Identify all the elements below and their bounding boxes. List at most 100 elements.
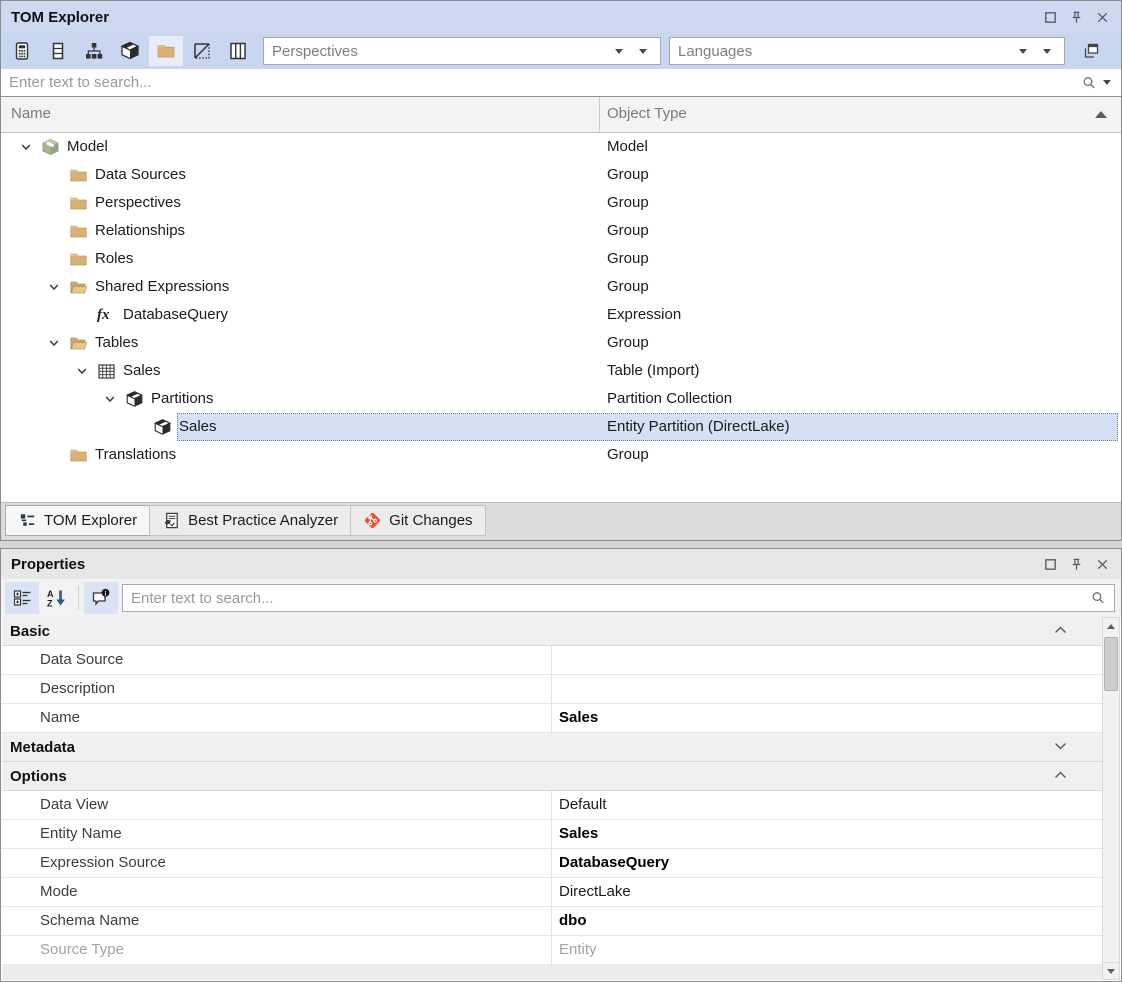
property-value[interactable]: Sales: [559, 820, 598, 848]
columns-button[interactable]: [221, 36, 255, 66]
partition-icon: [153, 413, 177, 441]
property-column-divider: [551, 791, 552, 819]
properties-search-input[interactable]: [123, 590, 1090, 607]
pin-button[interactable]: [1063, 5, 1089, 29]
table-rows-button[interactable]: [41, 36, 75, 66]
languages-input[interactable]: [670, 43, 1019, 60]
maximize-button[interactable]: [1037, 5, 1063, 29]
tom-explorer-panel: TOM Explorer Name Object Type: [0, 0, 1122, 541]
languages-combobox[interactable]: [669, 37, 1065, 65]
show-hidden-button[interactable]: [185, 36, 219, 66]
property-row-description[interactable]: Description: [2, 675, 1102, 704]
property-value[interactable]: DirectLake: [559, 878, 631, 906]
tree-row-shared-expressions[interactable]: Shared ExpressionsGroup: [1, 273, 1121, 301]
languages-dropdown-icon[interactable]: [1019, 49, 1027, 54]
tab-tom-explorer[interactable]: TOM Explorer: [5, 505, 150, 536]
property-row-expression-source[interactable]: Expression SourceDatabaseQuery: [2, 849, 1102, 878]
chevron-up-icon[interactable]: [1053, 624, 1068, 636]
tree-row-roles[interactable]: RolesGroup: [1, 245, 1121, 273]
best-practice-tab-icon: [162, 511, 181, 530]
column-header-name[interactable]: Name: [11, 105, 51, 122]
folder-icon: [69, 189, 93, 217]
property-row-data-source[interactable]: Data Source: [2, 646, 1102, 675]
property-value[interactable]: Entity: [559, 936, 597, 964]
property-value[interactable]: Sales: [559, 704, 598, 732]
tree-row-sales[interactable]: SalesTable (Import): [1, 357, 1121, 385]
properties-scrollbar[interactable]: [1102, 617, 1120, 980]
tree-node-label: Tables: [93, 329, 138, 357]
property-row-mode[interactable]: ModeDirectLake: [2, 878, 1102, 907]
property-value[interactable]: dbo: [559, 907, 587, 935]
property-row-source-type[interactable]: Source TypeEntity: [2, 936, 1102, 965]
hierarchy-button[interactable]: [77, 36, 111, 66]
show-hidden-icon: [192, 41, 212, 61]
search-icon[interactable]: [1081, 75, 1097, 91]
perspectives-dropdown-button-icon[interactable]: [639, 49, 647, 54]
chevron-down-icon[interactable]: [1053, 740, 1068, 752]
scroll-down-icon: [1107, 969, 1115, 974]
expander-chevron-icon[interactable]: [95, 385, 125, 413]
hierarchy-icon: [84, 41, 104, 61]
close-button[interactable]: [1089, 5, 1115, 29]
scrollbar-thumb[interactable]: [1104, 637, 1118, 691]
tree-row-data-sources[interactable]: Data SourcesGroup: [1, 161, 1121, 189]
property-column-divider: [551, 675, 552, 703]
category-header-options[interactable]: Options: [2, 762, 1102, 791]
category-header-basic[interactable]: Basic: [2, 617, 1102, 646]
expander-chevron-icon[interactable]: [11, 133, 41, 161]
tree-row-databasequery[interactable]: fxDatabaseQueryExpression: [1, 301, 1121, 329]
properties-close-button[interactable]: [1089, 552, 1115, 576]
property-column-divider: [551, 646, 552, 674]
tree-row-model[interactable]: ModelModel: [1, 133, 1121, 161]
folders-icon: [156, 41, 176, 61]
tree-row-sales[interactable]: SalesEntity Partition (DirectLake): [1, 413, 1121, 441]
property-row-entity-name[interactable]: Entity NameSales: [2, 820, 1102, 849]
tree-row-perspectives[interactable]: PerspectivesGroup: [1, 189, 1121, 217]
tab-best-practice-analyzer[interactable]: Best Practice Analyzer: [149, 505, 351, 536]
properties-pin-button[interactable]: [1063, 552, 1089, 576]
tree-node-object-type: Group: [607, 273, 649, 301]
measures-button[interactable]: [5, 36, 39, 66]
tree-row-partitions[interactable]: PartitionsPartition Collection: [1, 385, 1121, 413]
category-header-metadata[interactable]: Metadata: [2, 733, 1102, 762]
expander-chevron-icon[interactable]: [39, 273, 69, 301]
folders-button[interactable]: [149, 36, 183, 66]
tooltip-info-button[interactable]: i: [84, 582, 118, 614]
column-header-object-type[interactable]: Object Type: [607, 105, 687, 122]
sort-alphabetical-button[interactable]: AZ: [39, 582, 73, 614]
partitions-button[interactable]: [113, 36, 147, 66]
perspectives-combobox[interactable]: [263, 37, 661, 65]
tree-row-translations[interactable]: TranslationsGroup: [1, 441, 1121, 469]
scrollbar-down-button[interactable]: [1103, 962, 1119, 979]
property-row-name[interactable]: NameSales: [2, 704, 1102, 733]
property-row-schema-name[interactable]: Schema Namedbo: [2, 907, 1102, 936]
categorized-view-button[interactable]: [5, 582, 39, 614]
column-divider[interactable]: [599, 97, 600, 132]
maximize-icon: [1043, 10, 1058, 25]
languages-dropdown-button-icon[interactable]: [1043, 49, 1051, 54]
search-icon[interactable]: [1090, 590, 1106, 606]
cascade-windows-button[interactable]: [1075, 36, 1107, 66]
chevron-up-icon[interactable]: [1053, 769, 1068, 781]
folder-icon: [69, 161, 93, 189]
perspectives-dropdown-icon[interactable]: [615, 49, 623, 54]
tree-node-object-type: Group: [607, 441, 649, 469]
table-rows-icon: [48, 41, 68, 61]
search-options-dropdown-icon[interactable]: [1103, 80, 1111, 85]
tom-search-input[interactable]: [1, 74, 1081, 91]
expander-chevron-icon[interactable]: [39, 329, 69, 357]
sort-ascending-icon[interactable]: [1095, 111, 1107, 118]
perspectives-input[interactable]: [264, 43, 615, 60]
tab-git-changes[interactable]: Git Changes: [350, 505, 485, 536]
tree-row-tables[interactable]: TablesGroup: [1, 329, 1121, 357]
table-icon: [97, 357, 121, 385]
property-row-data-view[interactable]: Data ViewDefault: [2, 791, 1102, 820]
properties-maximize-button[interactable]: [1037, 552, 1063, 576]
property-value[interactable]: Default: [559, 791, 607, 819]
scrollbar-up-button[interactable]: [1103, 618, 1119, 635]
expander-chevron-icon[interactable]: [67, 357, 97, 385]
tree-node-label: DatabaseQuery: [121, 301, 228, 329]
tree-row-relationships[interactable]: RelationshipsGroup: [1, 217, 1121, 245]
fx-icon: fx: [97, 301, 121, 329]
property-value[interactable]: DatabaseQuery: [559, 849, 669, 877]
